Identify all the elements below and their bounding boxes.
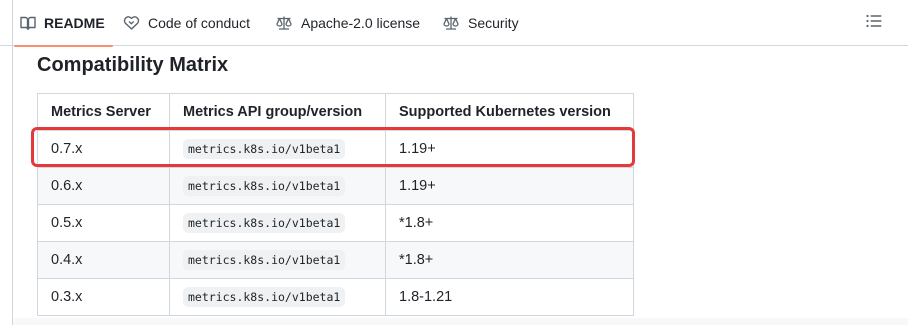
- list-outline-icon: [866, 14, 882, 33]
- tab-label: README: [44, 15, 105, 31]
- tab-license[interactable]: Apache-2.0 license: [275, 0, 420, 46]
- book-icon: [20, 15, 36, 31]
- heart-handshake-icon: [123, 15, 140, 31]
- tab-label: Security: [468, 15, 519, 31]
- column-header: Metrics API group/version: [169, 93, 386, 131]
- kubernetes-version: 1.8-1.21: [385, 278, 634, 316]
- kubernetes-version: 1.19+: [385, 167, 634, 205]
- table-row: 0.5.x metrics.k8s.io/v1beta1 *1.8+: [37, 204, 634, 242]
- readme-tab-bar: README Code of conduct Apache-2.0 licens…: [0, 0, 908, 47]
- table-row: 0.6.x metrics.k8s.io/v1beta1 1.19+: [37, 167, 634, 205]
- table-row: 0.3.x metrics.k8s.io/v1beta1 1.8-1.21: [37, 278, 634, 316]
- metrics-server-version: 0.3.x: [37, 278, 170, 316]
- api-group-code: metrics.k8s.io/v1beta1: [183, 287, 346, 307]
- kubernetes-version: 1.19+: [385, 130, 634, 168]
- api-group-cell: metrics.k8s.io/v1beta1: [169, 278, 386, 316]
- kubernetes-version: *1.8+: [385, 204, 634, 242]
- column-header: Metrics Server: [37, 93, 170, 131]
- api-group-code: metrics.k8s.io/v1beta1: [183, 176, 346, 196]
- tab-label: Code of conduct: [148, 15, 250, 31]
- metrics-server-version: 0.5.x: [37, 204, 170, 242]
- metrics-server-version: 0.4.x: [37, 241, 170, 279]
- api-group-code: metrics.k8s.io/v1beta1: [183, 213, 346, 233]
- bottom-edge: [13, 318, 908, 325]
- table-row: 0.4.x metrics.k8s.io/v1beta1 *1.8+: [37, 241, 634, 279]
- tab-label: Apache-2.0 license: [301, 15, 421, 31]
- tab-security[interactable]: Security: [442, 0, 519, 46]
- law-scale-icon: [275, 15, 293, 31]
- metrics-server-version: 0.7.x: [37, 130, 170, 168]
- api-group-code: metrics.k8s.io/v1beta1: [183, 139, 346, 159]
- tab-readme[interactable]: README: [14, 0, 113, 47]
- kubernetes-version: *1.8+: [385, 241, 634, 279]
- table-header-row: Metrics Server Metrics API group/version…: [37, 93, 634, 131]
- tab-code-of-conduct[interactable]: Code of conduct: [123, 0, 250, 46]
- column-header: Supported Kubernetes version: [385, 93, 634, 131]
- api-group-code: metrics.k8s.io/v1beta1: [183, 250, 346, 270]
- api-group-cell: metrics.k8s.io/v1beta1: [169, 167, 386, 205]
- law-scale-icon: [442, 15, 460, 31]
- table-row: 0.7.x metrics.k8s.io/v1beta1 1.19+: [37, 130, 634, 168]
- compatibility-table: Metrics Server Metrics API group/version…: [37, 93, 634, 316]
- section-heading: Compatibility Matrix: [37, 54, 229, 76]
- api-group-cell: metrics.k8s.io/v1beta1: [169, 241, 386, 279]
- outline-menu-button[interactable]: [864, 13, 884, 33]
- metrics-server-version: 0.6.x: [37, 167, 170, 205]
- api-group-cell: metrics.k8s.io/v1beta1: [169, 130, 386, 168]
- api-group-cell: metrics.k8s.io/v1beta1: [169, 204, 386, 242]
